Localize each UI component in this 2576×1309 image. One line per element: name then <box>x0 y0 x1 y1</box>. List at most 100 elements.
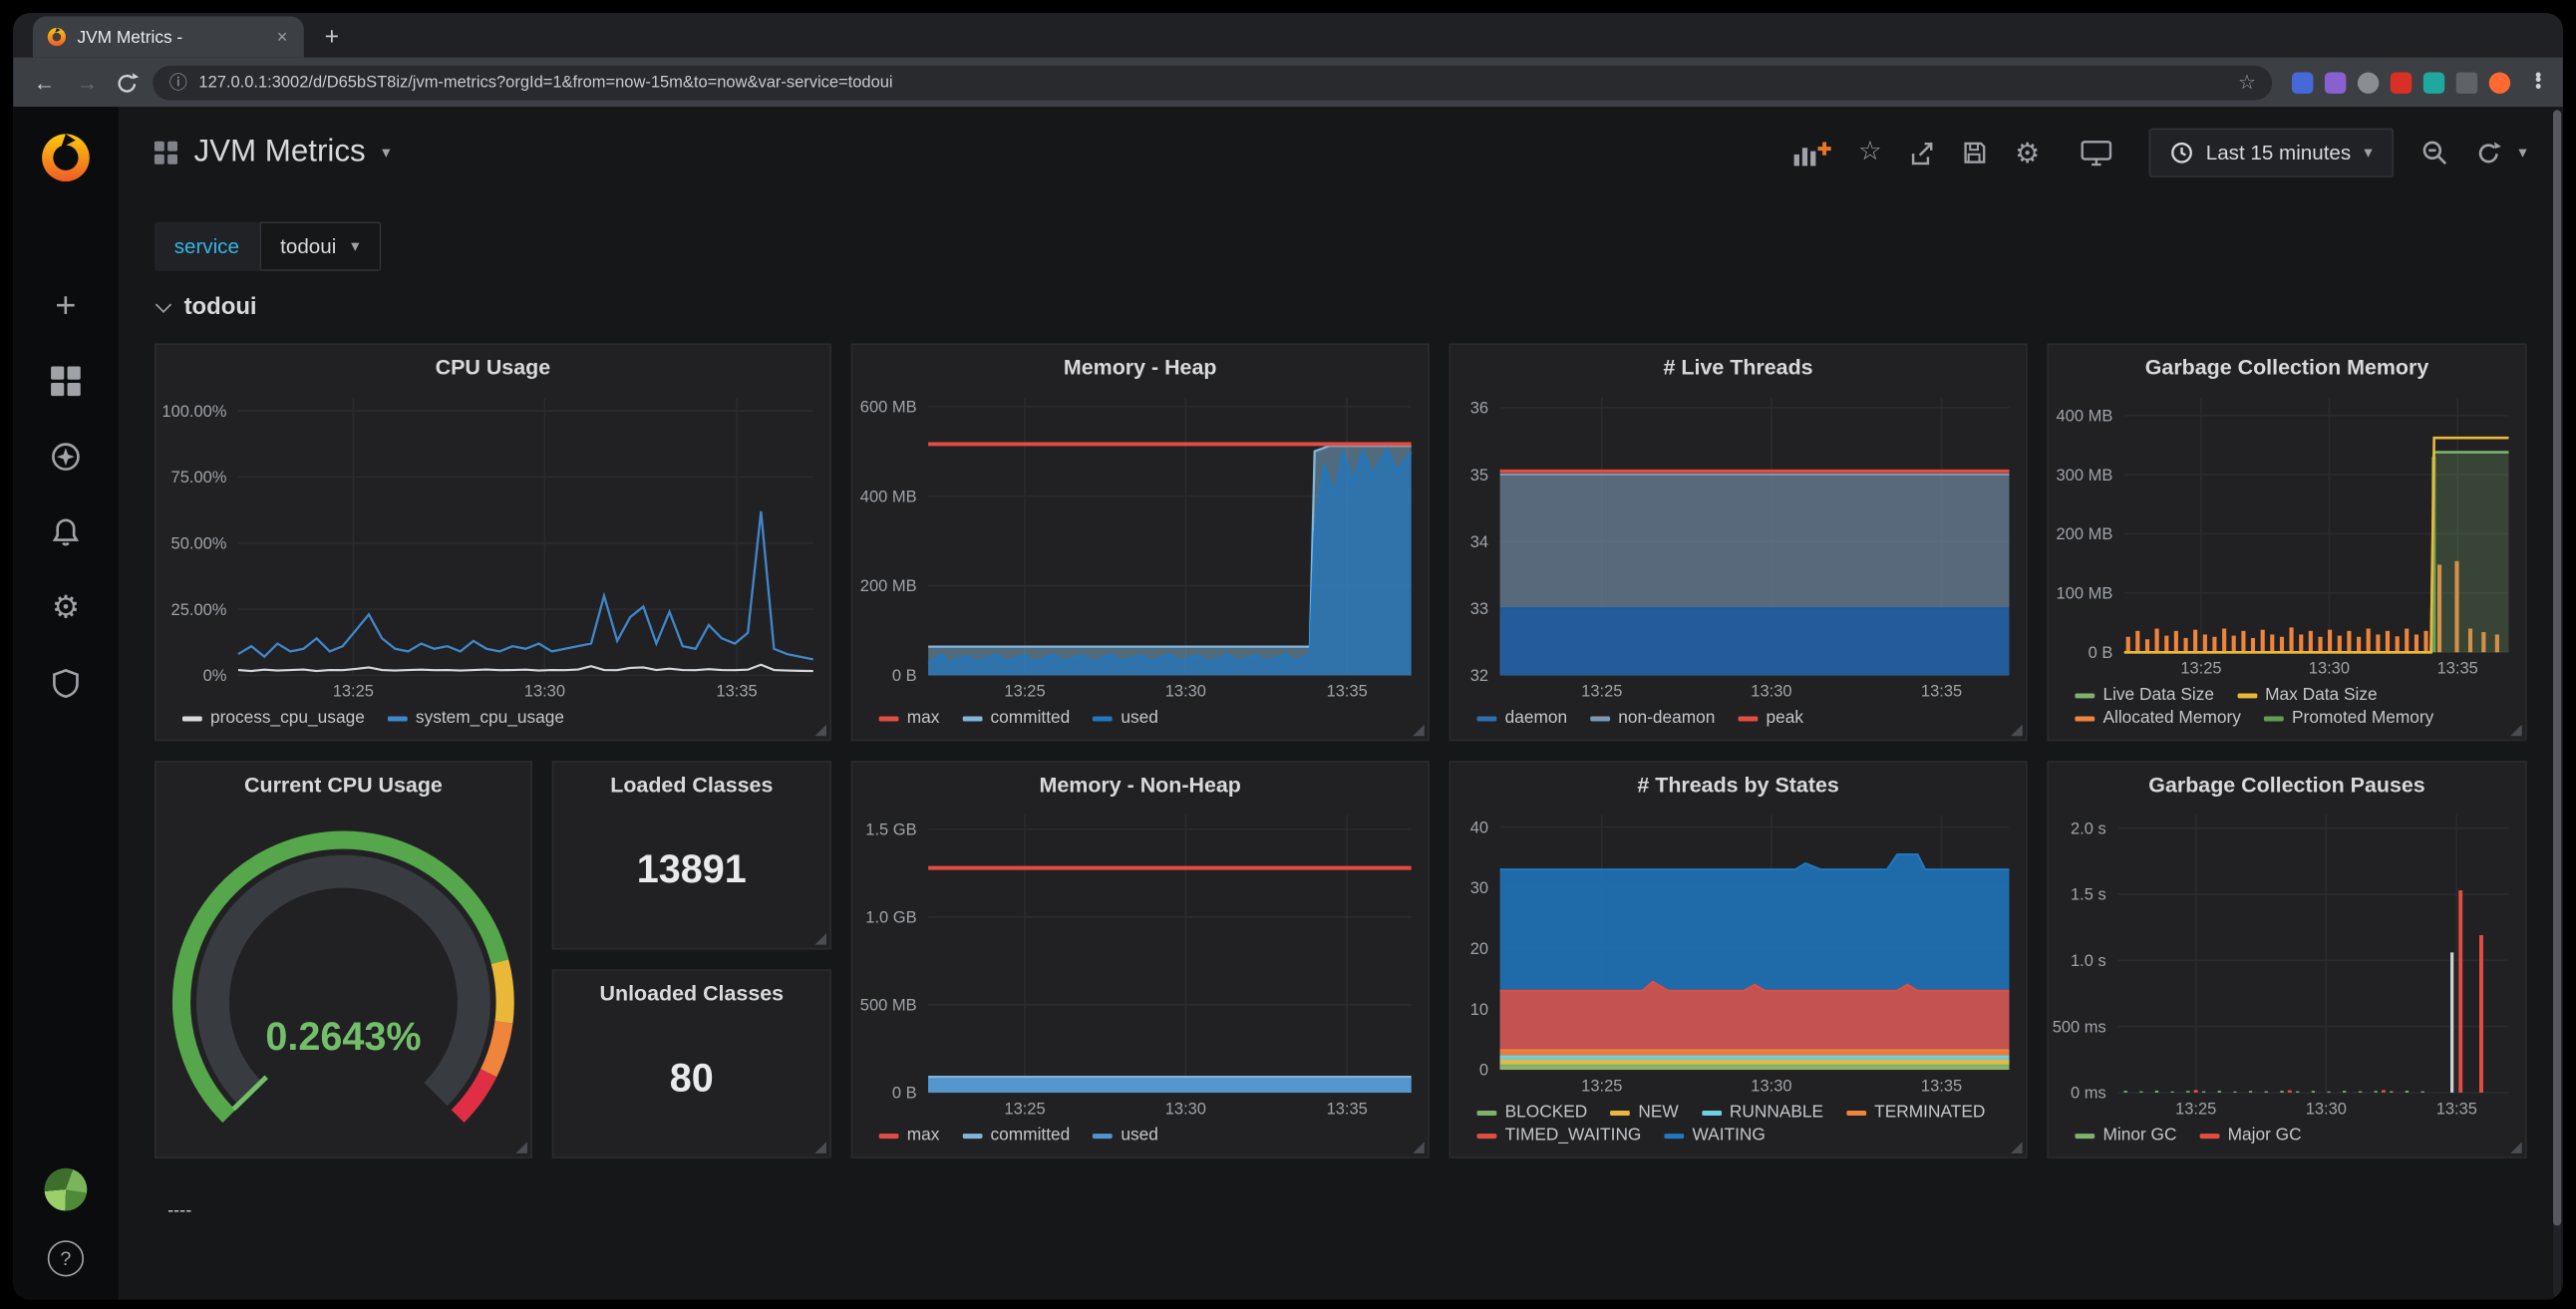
dashboard-row-header[interactable]: todoui <box>158 294 2526 320</box>
extension-icon[interactable] <box>2391 72 2412 93</box>
reload-button[interactable] <box>115 70 140 95</box>
legend-item[interactable]: used <box>1093 708 1158 728</box>
browser-tab[interactable]: JVM Metrics - × <box>33 16 304 57</box>
page-scrollbar[interactable] <box>2553 110 2561 1296</box>
legend-item[interactable]: NEW <box>1610 1103 1678 1123</box>
extension-icon[interactable] <box>2292 72 2313 93</box>
panel-resize-grip[interactable] <box>515 1142 527 1153</box>
legend-item[interactable]: max <box>879 708 940 728</box>
legend-item[interactable]: Live Data Size <box>2075 685 2214 705</box>
panel-resize-grip[interactable] <box>1413 725 1425 737</box>
extension-icon[interactable] <box>2489 72 2510 93</box>
sidebar-item-server-admin[interactable] <box>13 646 118 722</box>
bookmark-star-icon[interactable]: ☆ <box>2238 71 2256 94</box>
help-icon[interactable]: ? <box>48 1240 84 1276</box>
grafana-logo[interactable] <box>38 130 94 185</box>
chart-legend: Minor GC Major GC <box>2049 1123 2525 1157</box>
legend-item[interactable]: Allocated Memory <box>2075 708 2240 728</box>
variable-service-dropdown[interactable]: service todoui ▾ <box>155 221 381 270</box>
legend-item[interactable]: TERMINATED <box>1846 1103 1985 1123</box>
save-dashboard-button[interactable] <box>1962 140 1988 165</box>
sidebar-item-alerting[interactable] <box>13 494 118 570</box>
star-dashboard-button[interactable]: ☆ <box>1858 140 1882 165</box>
panel-title[interactable]: # Threads by States <box>1450 763 2026 806</box>
puzzle-extension-icon[interactable] <box>2456 72 2477 93</box>
panel-resize-grip[interactable] <box>814 933 826 945</box>
add-panel-button[interactable] <box>1792 139 1832 166</box>
browser-window: JVM Metrics - × + ← → ⓘ 127.0.0.1:3002/d… <box>13 13 2563 1299</box>
tab-close-icon[interactable]: × <box>273 27 290 47</box>
panel-title[interactable]: CPU Usage <box>157 345 830 388</box>
extension-icon[interactable] <box>2325 72 2346 93</box>
legend-item[interactable]: Major GC <box>2200 1126 2302 1145</box>
legend-item[interactable]: system_cpu_usage <box>388 708 564 728</box>
forward-button[interactable]: → <box>73 70 103 95</box>
share-dashboard-button[interactable] <box>1908 139 1936 166</box>
svg-text:36: 36 <box>1470 400 1488 418</box>
panel-resize-grip[interactable] <box>2011 1142 2023 1153</box>
legend-item[interactable]: committed <box>962 1126 1070 1145</box>
panel-resize-grip[interactable] <box>2011 725 2023 737</box>
sidebar-item-create[interactable]: + <box>13 268 118 344</box>
panel-title[interactable]: Current CPU Usage <box>157 763 531 806</box>
chevron-down-icon[interactable]: ▾ <box>382 144 390 162</box>
panel-title[interactable]: Unloaded Classes <box>553 971 829 1014</box>
svg-text:30: 30 <box>1470 879 1488 897</box>
threads-by-states-chart[interactable]: 01020304013:2513:3013:35 <box>1450 806 2026 1100</box>
panel-resize-grip[interactable] <box>2510 725 2522 737</box>
cycle-view-button[interactable] <box>2080 138 2112 167</box>
legend-item[interactable]: committed <box>962 708 1070 728</box>
cpu-usage-chart[interactable]: 0%25.00%50.00%75.00%100.00%13:2513:3013:… <box>157 388 830 705</box>
panel-resize-grip[interactable] <box>814 725 826 737</box>
site-info-icon[interactable]: ⓘ <box>169 69 187 95</box>
legend-item[interactable]: peak <box>1738 708 1803 728</box>
address-bar[interactable]: ⓘ 127.0.0.1:3002/d/D65bST8iz/jvm-metrics… <box>153 65 2272 100</box>
legend-item[interactable]: RUNNABLE <box>1702 1103 1823 1123</box>
sidebar-item-dashboards[interactable] <box>13 343 118 419</box>
legend-item[interactable]: daemon <box>1477 708 1568 728</box>
panel-title[interactable]: Memory - Heap <box>852 345 1428 388</box>
legend-item[interactable]: Max Data Size <box>2237 685 2378 705</box>
panel-title[interactable]: # Live Threads <box>1450 345 2026 388</box>
legend-item[interactable]: TIMED_WAITING <box>1477 1126 1642 1145</box>
zoom-out-button[interactable] <box>2419 138 2449 167</box>
live-threads-chart[interactable]: 323334353613:2513:3013:35 <box>1450 388 2026 705</box>
legend-item[interactable]: Promoted Memory <box>2264 708 2433 728</box>
panel-resize-grip[interactable] <box>814 1142 826 1153</box>
user-avatar[interactable] <box>44 1168 87 1211</box>
new-tab-button[interactable]: + <box>314 18 350 54</box>
refresh-button[interactable] <box>2475 140 2501 165</box>
dashboard-settings-button[interactable]: ⚙ <box>2015 139 2040 166</box>
panel-title[interactable]: Memory - Non-Heap <box>852 763 1428 806</box>
dashboard-title-group[interactable]: JVM Metrics ▾ <box>155 135 391 170</box>
extension-icon[interactable] <box>2358 72 2379 93</box>
sidebar-item-configuration[interactable]: ⚙ <box>13 570 118 646</box>
extension-icon[interactable] <box>2423 72 2444 93</box>
panel-title[interactable]: Loaded Classes <box>553 763 829 806</box>
panel-title[interactable]: Garbage Collection Pauses <box>2049 763 2525 806</box>
back-button[interactable]: ← <box>30 70 60 95</box>
panel-resize-grip[interactable] <box>1413 1142 1425 1153</box>
legend-item[interactable]: non-deamon <box>1590 708 1715 728</box>
legend-item[interactable]: process_cpu_usage <box>182 708 365 728</box>
legend-item[interactable]: BLOCKED <box>1477 1103 1588 1123</box>
sidebar-item-explore[interactable] <box>13 419 118 494</box>
variable-value[interactable]: todoui ▾ <box>259 221 381 270</box>
panel-resize-grip[interactable] <box>2510 1142 2522 1153</box>
save-icon <box>1962 140 1988 165</box>
legend-item[interactable]: WAITING <box>1664 1126 1765 1145</box>
memory-heap-chart[interactable]: 0 B200 MB400 MB600 MB13:2513:3013:35 <box>852 388 1428 705</box>
gc-memory-chart[interactable]: 0 B100 MB200 MB300 MB400 MB13:2513:3013:… <box>2049 388 2525 682</box>
browser-menu-icon[interactable]: ••• <box>2530 74 2546 91</box>
legend-item[interactable]: max <box>879 1126 940 1145</box>
cpu-gauge[interactable]: 0.2643% <box>157 806 531 1157</box>
memory-nonheap-chart[interactable]: 0 B500 MB1.0 GB1.5 GB13:2513:3013:35 <box>852 806 1428 1123</box>
scrollbar-thumb[interactable] <box>2553 110 2561 1224</box>
legend-item[interactable]: used <box>1093 1126 1158 1145</box>
gc-pauses-chart[interactable]: 0 ms500 ms1.0 s1.5 s2.0 s13:2513:3013:35 <box>2049 806 2525 1123</box>
time-range-picker[interactable]: Last 15 minutes ▾ <box>2148 129 2394 177</box>
legend-item[interactable]: Minor GC <box>2075 1126 2176 1145</box>
shield-icon <box>49 667 82 700</box>
panel-title[interactable]: Garbage Collection Memory <box>2049 345 2525 388</box>
refresh-interval-dropdown[interactable]: ▾ <box>2518 144 2526 162</box>
